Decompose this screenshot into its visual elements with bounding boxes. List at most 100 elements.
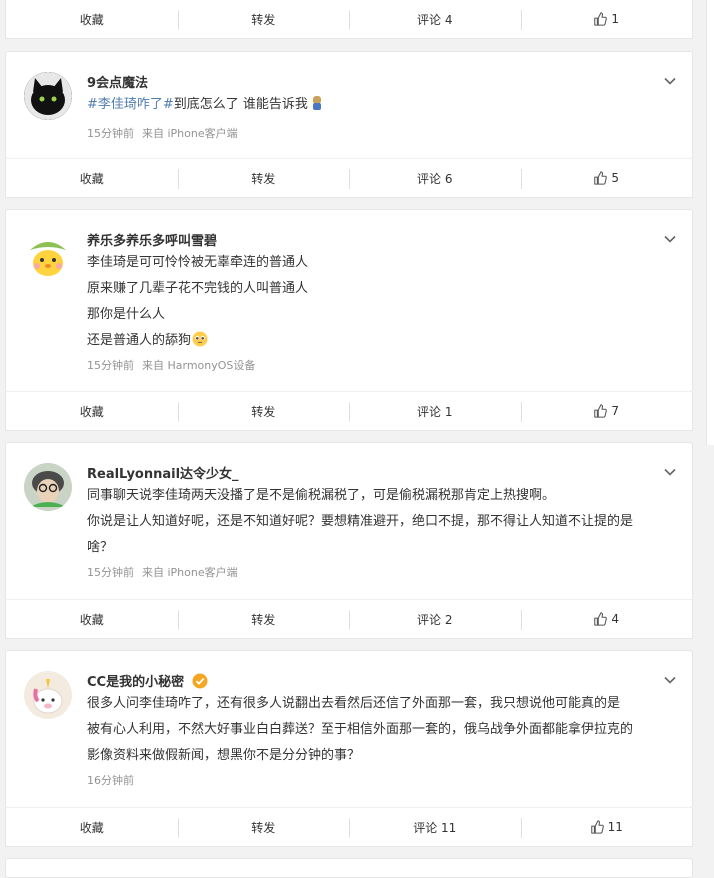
right-column-edge: [706, 0, 714, 445]
post-actions-0: 收藏 转发 评论 4 1: [5, 0, 693, 39]
avatar[interactable]: [24, 72, 72, 120]
thumbs-up-icon: [594, 404, 608, 418]
thumbs-up-icon: [594, 12, 608, 26]
post-line: 原来赚了几辈子花不完钱的人叫普通人: [87, 281, 309, 296]
collect-button[interactable]: 收藏: [6, 600, 178, 638]
thumbs-up-icon: [594, 612, 608, 626]
post-line: 啥？: [87, 540, 114, 555]
like-button[interactable]: 1: [520, 0, 693, 38]
username[interactable]: 养乐多养乐多呼叫雪碧: [87, 230, 217, 249]
forward-button[interactable]: 转发: [177, 0, 350, 38]
cartoon-chick-avatar-icon: [24, 232, 72, 280]
forward-button[interactable]: 转发: [177, 159, 350, 197]
post-text: 很多人问李佳琦咋了，还有很多人说翻出去看然后还信了外面那一套，我只想说他可能真的…: [87, 691, 687, 769]
username[interactable]: RealLyonnail达令少女_: [87, 463, 239, 482]
forward-label: 转发: [251, 404, 276, 419]
collect-button[interactable]: 收藏: [6, 159, 178, 197]
collect-button[interactable]: 收藏: [6, 808, 178, 846]
comment-label: 评论 1: [417, 404, 453, 419]
post-source: 来自 HarmonyOS设备: [142, 359, 256, 372]
comment-label: 评论 6: [417, 171, 453, 186]
post-time[interactable]: 15分钟前: [87, 359, 134, 372]
forward-button[interactable]: 转发: [177, 392, 350, 430]
like-count: 11: [607, 820, 623, 834]
post-line: 那你是什么人: [87, 307, 166, 322]
like-button[interactable]: 11: [520, 808, 693, 846]
pleading-face-emoji-icon: [192, 331, 208, 347]
post-text: 同事聊天说李佳琦两天没播了是不是偷税漏税了，可是偷税漏税那肯定上热搜啊。 你说是…: [87, 483, 687, 561]
post-actions-3: 收藏 转发 评论 2 4: [5, 599, 693, 639]
forward-label: 转发: [251, 612, 276, 627]
post-actions-4: 收藏 转发 评论 11 11: [5, 807, 693, 847]
post-source: 来自 iPhone客户端: [142, 127, 238, 140]
avatar[interactable]: [24, 463, 72, 511]
comment-button[interactable]: 评论 4: [349, 0, 521, 38]
comment-label: 评论 11: [413, 820, 457, 835]
post-source: 来自 iPhone客户端: [142, 566, 238, 579]
verified-badge-icon: [192, 673, 208, 689]
post-time[interactable]: 15分钟前: [87, 127, 134, 140]
username[interactable]: 9会点魔法: [87, 72, 148, 91]
collect-button[interactable]: 收藏: [6, 392, 178, 430]
comment-button[interactable]: 评论 2: [349, 600, 521, 638]
collect-label: 收藏: [79, 171, 104, 186]
post-meta: 15分钟前 来自 HarmonyOS设备: [87, 357, 255, 373]
emoji-icon: [312, 96, 321, 110]
forward-button[interactable]: 转发: [177, 808, 350, 846]
post-line: 你说是让人知道好呢，还是不知道好呢？要想精准避开，绝口不提，那不得让人知道不让提…: [87, 514, 634, 529]
collect-label: 收藏: [79, 12, 104, 27]
comment-label: 评论 4: [417, 12, 453, 27]
comment-button[interactable]: 评论 6: [349, 159, 521, 197]
forward-label: 转发: [251, 820, 276, 835]
post-actions-1: 收藏 转发 评论 6 5: [5, 158, 693, 198]
like-count: 1: [611, 12, 620, 26]
post-meta: 16分钟前: [87, 772, 134, 788]
forward-button[interactable]: 转发: [177, 600, 350, 638]
avatar[interactable]: [24, 232, 72, 280]
post-card-next: [5, 858, 693, 878]
like-button[interactable]: 4: [520, 600, 693, 638]
post-line: 还是普通人的舔狗: [87, 333, 192, 348]
post-text: #李佳琦咋了#到底怎么了 谁能告诉我: [87, 92, 687, 118]
chevron-down-icon[interactable]: [663, 465, 677, 479]
like-button[interactable]: 7: [520, 392, 693, 430]
post-line: 被有心人利用，不然大好事业白白葬送？至于相信外面那一套的，俄乌战争外面都能拿伊拉…: [87, 722, 634, 737]
post-card-1: 9会点魔法 #李佳琦咋了#到底怎么了 谁能告诉我 15分钟前 来自 iPhone客…: [5, 51, 693, 159]
post-card-4: CC是我的小秘密 很多人问李佳琦咋了，还有很多人说翻出去看然后还信了外面那一套，…: [5, 650, 693, 808]
collect-label: 收藏: [79, 612, 104, 627]
comment-button[interactable]: 评论 1: [349, 392, 521, 430]
post-meta: 15分钟前 来自 iPhone客户端: [87, 564, 238, 580]
unicorn-avatar-icon: [24, 671, 72, 719]
post-text: 李佳琦是可可怜怜被无辜牵连的普通人 原来赚了几辈子花不完钱的人叫普通人 那你是什…: [87, 250, 687, 354]
photo-avatar-icon: [24, 463, 72, 511]
post-actions-2: 收藏 转发 评论 1 7: [5, 391, 693, 431]
like-button[interactable]: 5: [520, 159, 693, 197]
chevron-down-icon[interactable]: [663, 74, 677, 88]
post-line: 很多人问李佳琦咋了，还有很多人说翻出去看然后还信了外面那一套，我只想说他可能真的…: [87, 696, 621, 711]
chevron-down-icon[interactable]: [663, 232, 677, 246]
avatar[interactable]: [24, 671, 72, 719]
comment-label: 评论 2: [417, 612, 453, 627]
topic-link[interactable]: #李佳琦咋了#: [87, 97, 174, 112]
collect-label: 收藏: [79, 404, 104, 419]
like-count: 5: [611, 171, 620, 185]
post-line: 影像资料来做假新闻，想黑你不是分分钟的事？: [87, 748, 361, 763]
post-text-rest: 到底怎么了 谁能告诉我: [173, 97, 308, 112]
post-line: 同事聊天说李佳琦两天没播了是不是偷税漏税了，可是偷税漏税那肯定上热搜啊。: [87, 488, 556, 503]
post-time[interactable]: 16分钟前: [87, 774, 134, 787]
like-count: 4: [611, 612, 620, 626]
post-line: 李佳琦是可可怜怜被无辜牵连的普通人: [87, 255, 309, 270]
username[interactable]: CC是我的小秘密: [87, 671, 208, 690]
forward-label: 转发: [251, 171, 276, 186]
username-text: CC是我的小秘密: [87, 675, 185, 690]
black-cat-avatar-icon: [24, 72, 72, 120]
comment-button[interactable]: 评论 11: [349, 808, 521, 846]
post-time[interactable]: 15分钟前: [87, 566, 134, 579]
thumbs-up-icon: [590, 820, 604, 834]
collect-label: 收藏: [79, 820, 104, 835]
chevron-down-icon[interactable]: [663, 673, 677, 687]
forward-label: 转发: [251, 12, 276, 27]
post-card-2: 养乐多养乐多呼叫雪碧 李佳琦是可可怜怜被无辜牵连的普通人 原来赚了几辈子花不完钱…: [5, 209, 693, 392]
post-meta: 15分钟前 来自 iPhone客户端: [87, 125, 238, 141]
collect-button[interactable]: 收藏: [6, 0, 178, 38]
